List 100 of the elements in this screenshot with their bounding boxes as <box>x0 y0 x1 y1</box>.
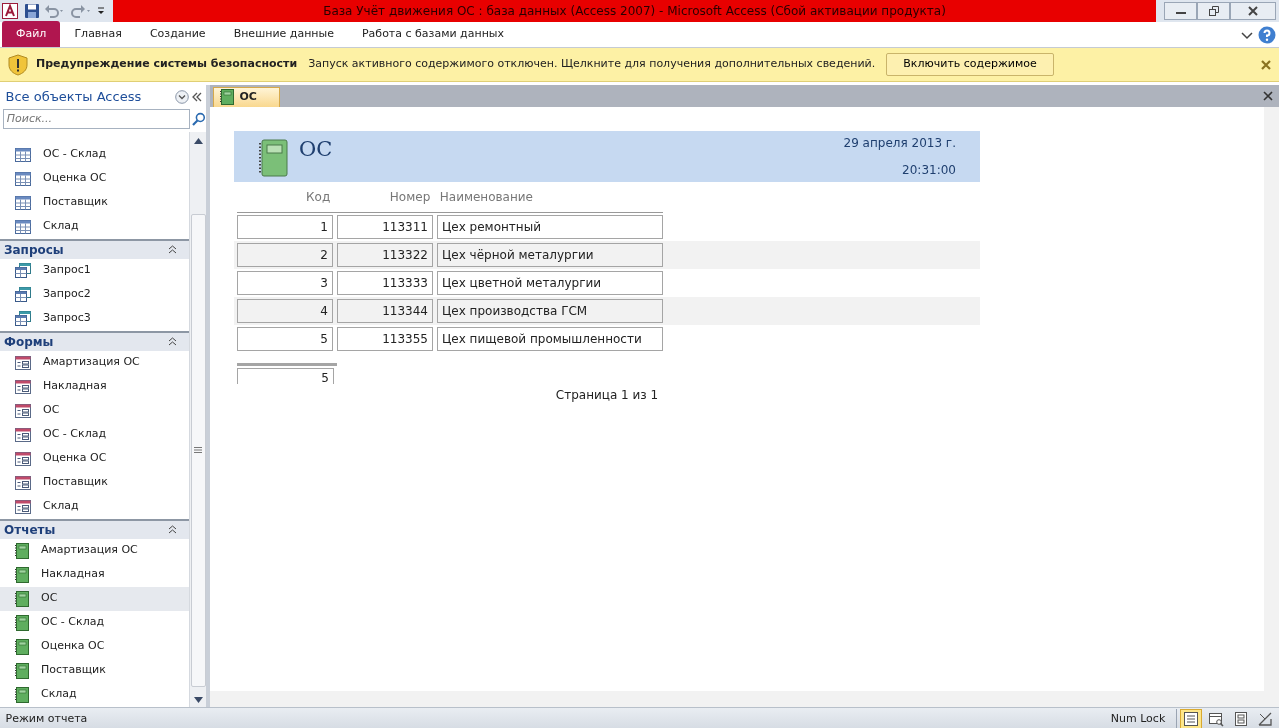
navigation-item[interactable]: Оценка ОС <box>0 446 189 471</box>
scroll-down-icon <box>193 696 203 703</box>
design-view-icon <box>1257 711 1274 728</box>
navigation-item[interactable]: Запрос2 <box>0 282 189 307</box>
form-icon <box>15 451 31 466</box>
dropdown-icon[interactable] <box>174 89 189 104</box>
navigation-item[interactable]: Амартизация ОС <box>0 350 189 375</box>
column-header: Номер <box>388 188 432 206</box>
report-title: ОС <box>299 135 333 163</box>
search-icon[interactable] <box>192 111 206 126</box>
group-title: Отчеты <box>4 521 56 539</box>
report-icon <box>15 638 29 655</box>
group-header[interactable]: Отчеты <box>0 518 189 539</box>
ribbon-tab[interactable]: Создание <box>135 21 220 47</box>
navigation-item[interactable]: ОС - Склад <box>0 422 189 447</box>
item-label: Накладная <box>41 566 105 583</box>
navigation-item[interactable]: Запрос3 <box>0 306 189 331</box>
navigation-item[interactable]: ОС - Склад <box>0 610 189 635</box>
num-lock-indicator: Num Lock <box>1110 711 1166 727</box>
report-icon <box>15 566 29 583</box>
table-icon <box>15 147 31 162</box>
navigation-item[interactable]: Склад <box>0 682 189 706</box>
item-label: Поставщик <box>43 474 108 491</box>
table-cell: 113344 <box>337 298 433 323</box>
report-icon <box>15 542 29 559</box>
restore-button[interactable] <box>1197 2 1231 20</box>
report-icon <box>15 662 29 679</box>
status-text: Режим отчета <box>5 711 89 727</box>
navigation-item[interactable]: Оценка ОС <box>0 166 189 191</box>
warning-shield-icon <box>8 53 28 76</box>
item-label: Оценка ОС <box>41 638 105 655</box>
ribbon-tab[interactable]: Главная <box>60 21 136 47</box>
table-cell: 113355 <box>337 326 433 351</box>
navigation-item[interactable]: Запрос1 <box>0 258 189 283</box>
navigation-item[interactable]: Поставщик <box>0 190 189 215</box>
navigation-item[interactable]: ОС <box>0 398 189 423</box>
navigation-item[interactable]: Амартизация ОС <box>0 538 189 563</box>
report-icon <box>15 590 29 607</box>
navigation-item[interactable]: ОС - Склад <box>0 142 189 167</box>
navigation-item[interactable]: Накладная <box>0 562 189 587</box>
close-icon <box>1248 6 1259 16</box>
minimize-button[interactable] <box>1164 2 1198 20</box>
document-tab[interactable]: ОС <box>213 86 280 107</box>
access-logo-icon <box>2 3 18 19</box>
close-button[interactable] <box>1230 2 1277 20</box>
column-header: Наименование <box>438 188 534 206</box>
query-icon <box>15 311 31 326</box>
item-label: ОС - Склад <box>43 426 106 443</box>
form-icon <box>15 403 31 418</box>
table-cell: 113333 <box>337 270 433 295</box>
view-button[interactable] <box>1180 709 1202 728</box>
item-label: Амартизация ОС <box>43 354 140 371</box>
form-icon <box>15 355 31 370</box>
report-time: 20:31:00 <box>902 162 956 179</box>
report-notebook-icon <box>258 138 288 177</box>
navigation-item[interactable]: Склад <box>0 494 189 519</box>
item-label: Склад <box>43 498 79 515</box>
scrollbar[interactable] <box>189 131 206 707</box>
table-cell: 3 <box>237 270 333 295</box>
item-label: Оценка ОС <box>43 170 107 187</box>
group-header[interactable]: Формы <box>0 330 189 351</box>
navigation-item[interactable]: ОС <box>0 586 189 611</box>
enable-content-button[interactable]: Включить содержимое <box>886 53 1054 76</box>
close-document-icon[interactable] <box>1263 90 1273 101</box>
ribbon-tab[interactable]: Работа с базами данных <box>348 21 519 47</box>
message-title: Предупреждение системы безопасности <box>36 56 298 73</box>
navigation-pane-title[interactable]: Все объекты Access <box>5 87 172 107</box>
column-header: Код <box>305 188 332 206</box>
close-icon[interactable] <box>1261 59 1271 70</box>
page-footer: Страница 1 из 1 <box>234 385 980 404</box>
group-title: Формы <box>4 333 54 351</box>
group-header[interactable]: Запросы <box>0 238 189 259</box>
help-icon[interactable] <box>1258 25 1277 44</box>
minimize-ribbon-icon[interactable] <box>1240 29 1253 40</box>
report-date: 29 апреля 2013 г. <box>843 134 956 152</box>
table-cell: 4 <box>237 298 333 323</box>
report-icon <box>15 686 29 703</box>
print-preview-icon <box>1207 711 1224 728</box>
navigation-item[interactable]: Поставщик <box>0 658 189 683</box>
item-label: Амартизация ОС <box>41 542 138 559</box>
ribbon-tab[interactable]: Внешние данные <box>219 21 348 47</box>
message-text: Запуск активного содержимого отключен. Щелкните для получения дополнительных сведений. <box>308 56 876 73</box>
save-icon[interactable] <box>24 3 40 19</box>
file-tab[interactable]: Файл <box>2 21 61 47</box>
navigation-item[interactable]: Накладная <box>0 374 189 399</box>
navigation-item[interactable]: Оценка ОС <box>0 634 189 659</box>
table-cell: 2 <box>237 242 333 267</box>
navigation-item[interactable]: Поставщик <box>0 470 189 495</box>
item-label: Запрос3 <box>43 310 91 327</box>
item-label: Накладная <box>43 378 107 395</box>
navigation-item[interactable]: Склад <box>0 214 189 239</box>
report-icon <box>220 89 234 106</box>
search-field[interactable]: Поиск... <box>2 108 190 129</box>
table-cell: 113322 <box>337 242 433 267</box>
table-cell: 5 <box>237 326 333 351</box>
collapse-pane-icon[interactable] <box>191 90 204 103</box>
scroll-grip-icon <box>194 447 202 454</box>
form-icon <box>15 475 31 490</box>
table-cell: Цех чёрной металургии <box>437 242 663 267</box>
item-label: Склад <box>41 686 77 703</box>
